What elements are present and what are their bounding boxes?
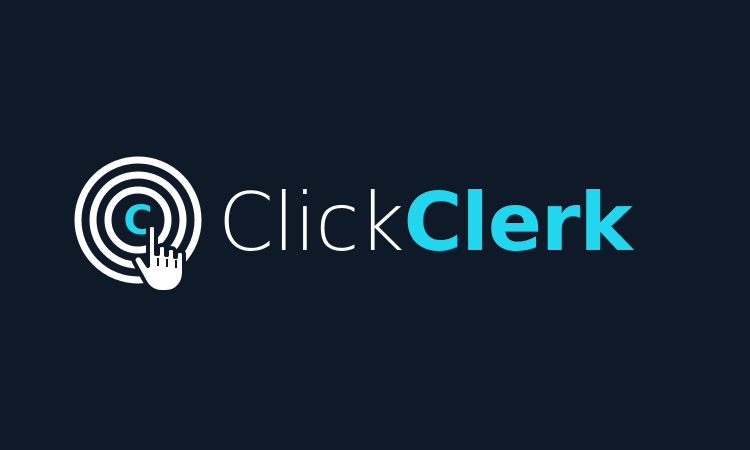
wordmark-click: Click bbox=[218, 176, 405, 269]
clickclerk-logo-icon: C bbox=[74, 156, 202, 294]
wordmark-clerk: Clerk bbox=[403, 176, 633, 269]
brand-wordmark: Click Clerk bbox=[218, 176, 633, 269]
brand-banner: C Click Clerk bbox=[0, 0, 750, 450]
